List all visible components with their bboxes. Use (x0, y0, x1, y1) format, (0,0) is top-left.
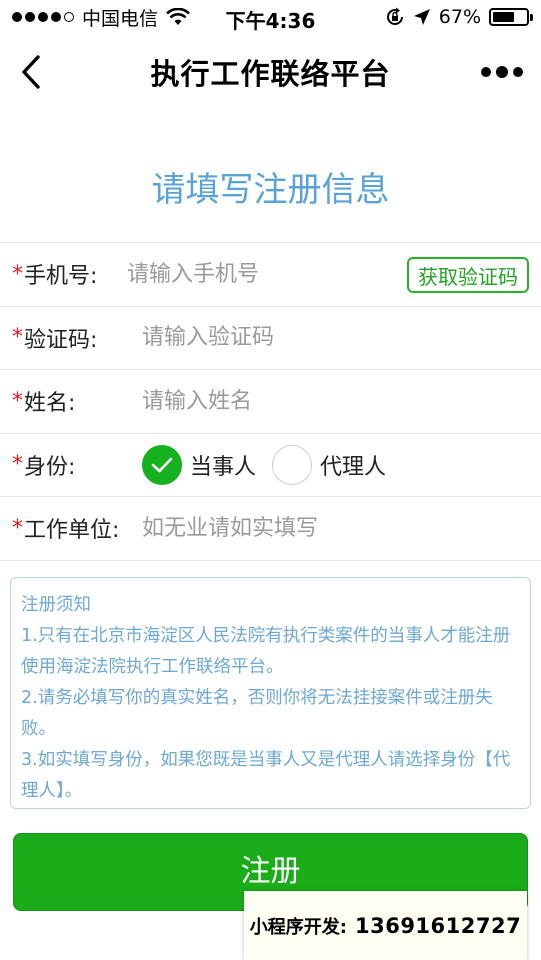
wifi-icon (166, 8, 190, 25)
notice-item: 3.如实填写身份，如果您既是当事人又是代理人请选择身份【代理人】。 (21, 749, 511, 801)
registration-form: * 手机号: 获取验证码 * 验证码: * 姓名: * 身份: (0, 242, 541, 561)
name-label: 姓名: (24, 391, 76, 417)
workplace-label: 工作单位: (24, 518, 120, 544)
required-mark: * (12, 261, 23, 287)
checkmark-icon (151, 457, 173, 473)
radio-agent[interactable] (272, 444, 313, 485)
ad-label: 小程序开发: (249, 916, 347, 938)
radio-party-label[interactable]: 当事人 (190, 449, 256, 481)
phone-row: * 手机号: 获取验证码 (0, 243, 541, 307)
status-bar-left: 中国电信 (12, 4, 190, 31)
code-row: * 验证码: (0, 307, 541, 370)
status-bar-right: 67% (385, 6, 533, 28)
required-mark: * (12, 515, 23, 541)
carrier-name: 中国电信 (82, 7, 159, 30)
more-button[interactable] (481, 60, 523, 84)
ad-banner: 小程序开发: 13691612727 (244, 891, 527, 960)
workplace-input[interactable] (142, 515, 541, 541)
form-heading: 请填写注册信息 (151, 170, 390, 210)
notice-item: 1.只有在北京市海淀区人民法院有执行类案件的当事人才能注册使用海淀法院执行工作联… (21, 625, 511, 677)
notice-item: 2.请务必填写你的真实姓名，否则你将无法挂接案件或注册失败。 (21, 687, 493, 739)
more-dots-icon (481, 67, 491, 77)
location-arrow-icon (413, 9, 430, 25)
phone-label: 手机号: (24, 264, 98, 290)
chevron-left-icon (22, 55, 40, 89)
code-label: 验证码: (24, 327, 98, 353)
notice-title: 注册须知 (21, 594, 91, 615)
nav-bar: 执行工作联络平台 (0, 34, 541, 110)
back-button[interactable] (14, 52, 48, 92)
name-input[interactable] (142, 388, 541, 414)
workplace-row: * 工作单位: (0, 497, 541, 561)
code-input[interactable] (142, 325, 541, 351)
required-mark: * (12, 388, 23, 414)
status-bar: 中国电信 下午4:36 67% (0, 0, 541, 34)
battery-fill (493, 12, 515, 22)
signal-dots-icon (12, 12, 74, 22)
required-mark: * (12, 452, 23, 478)
page-title: 执行工作联络平台 (150, 57, 391, 91)
identity-radio-group: 当事人 代理人 (142, 444, 394, 485)
radio-agent-label[interactable]: 代理人 (320, 449, 386, 481)
required-mark: * (12, 325, 23, 351)
battery-percent: 67% (438, 6, 481, 28)
identity-row: * 身份: 当事人 代理人 (0, 434, 541, 497)
radio-party[interactable] (142, 444, 182, 485)
registration-notice: 注册须知 1.只有在北京市海淀区人民法院有执行类案件的当事人才能注册使用海淀法院… (10, 576, 531, 809)
get-code-button[interactable]: 获取验证码 (407, 257, 529, 293)
identity-label: 身份: (24, 454, 76, 480)
ad-phone: 13691612727 (354, 913, 522, 938)
rotation-lock-icon (386, 7, 403, 25)
battery-icon (489, 8, 533, 26)
name-row: * 姓名: (0, 370, 541, 434)
